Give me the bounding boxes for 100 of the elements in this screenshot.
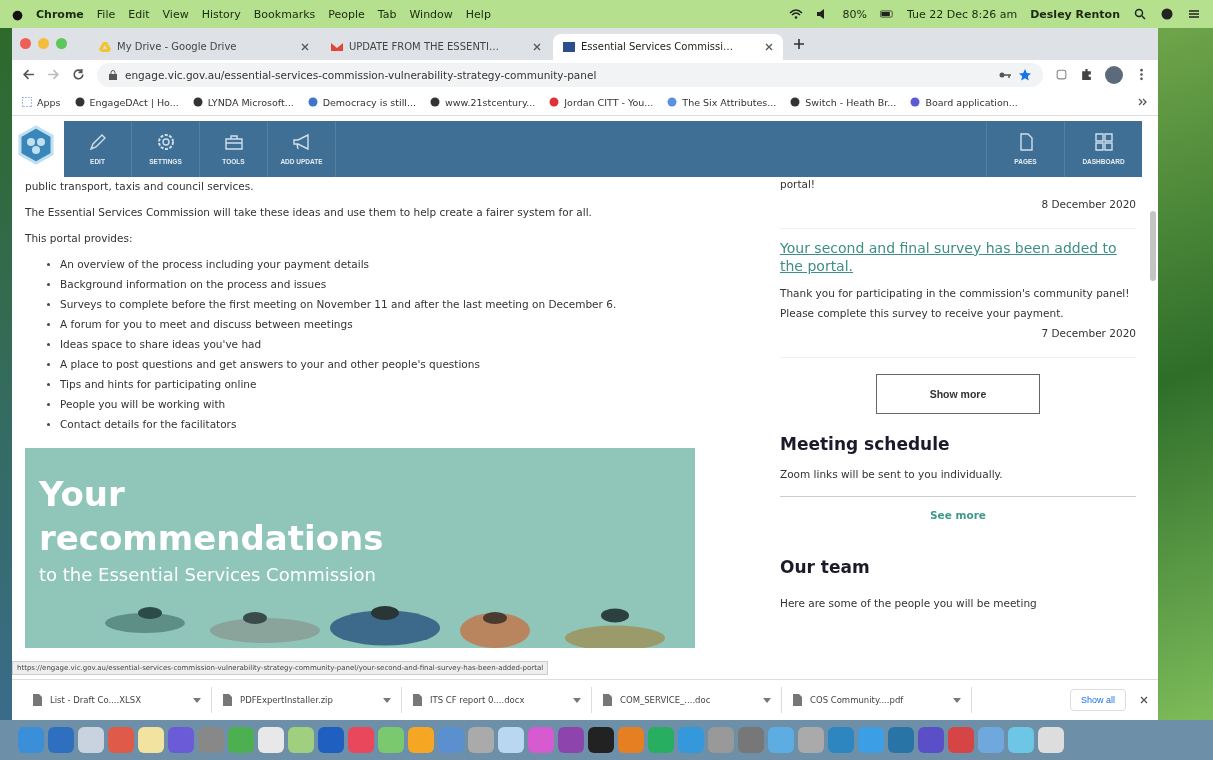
dock-app-icon[interactable] <box>78 727 104 753</box>
caret-icon[interactable] <box>763 697 771 703</box>
address-field[interactable]: engage.vic.gov.au/essential-services-commission-vulnerability-strategy-community-panel <box>97 62 1043 87</box>
bookmark-item[interactable]: Apps <box>22 96 61 108</box>
bookmark-icon <box>549 97 560 108</box>
list-item-text: An overview of the process including your payment details <box>60 256 370 272</box>
close-icon[interactable] <box>533 42 541 51</box>
bullet-icon <box>47 322 50 326</box>
menu-item[interactable]: Bookmarks <box>253 7 316 21</box>
bullet-icon <box>47 342 50 346</box>
file-icon <box>792 694 802 707</box>
download-item[interactable]: COS Community....pdf <box>782 687 972 714</box>
file-icon <box>32 694 42 707</box>
user-name[interactable]: Desley Renton <box>1030 7 1120 21</box>
file-icon <box>222 694 232 707</box>
dock-app-icon[interactable] <box>498 727 524 753</box>
menu-item[interactable]: Help <box>465 7 491 21</box>
bookmark-item[interactable]: Jordan CITT - You... <box>549 96 654 108</box>
list-item-text: Contact details for the facilitators <box>60 416 237 432</box>
battery-icon[interactable] <box>880 8 894 20</box>
search-icon[interactable] <box>1133 8 1147 20</box>
list-item-text: Ideas space to share ideas you've had <box>60 336 262 352</box>
menu-app-name[interactable]: Chrome <box>36 7 84 21</box>
bookmark-icon <box>790 97 801 108</box>
banner-subtitle: to the Essential Services Commission <box>39 563 377 585</box>
hexagon-logo-icon[interactable] <box>16 124 56 165</box>
close-window-icon[interactable] <box>20 38 31 50</box>
tab-favicon-icon <box>563 40 575 53</box>
section-heading: Our team <box>780 556 871 577</box>
browser-tab[interactable]: Essential Services Commissi… <box>553 33 783 60</box>
chevron-icon[interactable] <box>1138 98 1148 107</box>
bookmark-item[interactable]: www.21stcentury... <box>430 96 536 108</box>
caret-icon[interactable] <box>383 697 391 703</box>
browser-tab[interactable]: My Drive - Google Drive <box>89 33 319 60</box>
menu-clock[interactable]: Tue 22 Dec 8:26 am <box>907 7 1018 21</box>
bookmark-icon <box>192 97 203 108</box>
forward-arrow-icon[interactable] <box>47 68 60 82</box>
toolbox-icon <box>223 132 244 153</box>
caret-icon[interactable] <box>573 697 581 703</box>
close-icon[interactable] <box>1140 696 1148 705</box>
download-item[interactable]: ITS CF report 0....docx <box>402 687 592 714</box>
caret-icon[interactable] <box>953 697 961 703</box>
back-arrow-icon[interactable] <box>22 68 35 82</box>
menu-item[interactable]: File <box>96 7 116 21</box>
section-text: Here are some of the people you will be meeting <box>780 595 1038 611</box>
download-item[interactable]: COM_SERVICE_....doc <box>592 687 782 714</box>
body-text: public transport, taxis and council services. <box>25 178 255 194</box>
star-icon[interactable] <box>1019 68 1031 81</box>
update-text: Thank you for participating in the commission's community panel! Please complete this survey to receive your payment. <box>780 285 1131 321</box>
file-icon <box>412 694 422 707</box>
download-item[interactable]: PDFExpertInstaller.zip <box>212 687 402 714</box>
list-icon[interactable] <box>1187 8 1201 20</box>
browser-tab[interactable]: UPDATE FROM THE ESSENTI… <box>321 33 551 60</box>
body-text: The Essential Services Commission will take these ideas and use them to help create a fairer system for all. <box>25 204 593 220</box>
bookmark-item[interactable]: LYNDA Microsoft... <box>192 96 294 108</box>
pencil-icon <box>87 132 108 153</box>
caret-icon[interactable] <box>193 697 201 703</box>
bookmark-item[interactable]: The Six Attributes... <box>667 96 777 108</box>
bookmark-item[interactable]: Democracy is still... <box>307 96 416 108</box>
update-title-link[interactable]: Your second and final survey has been added to the portal. <box>780 238 1136 275</box>
menu-item[interactable]: Edit <box>128 7 150 21</box>
download-item[interactable]: List - Draft Co....XLSX <box>22 687 212 714</box>
maximize-window-icon[interactable] <box>56 38 67 50</box>
body-text: This portal provides: <box>25 230 134 246</box>
banner-title: Your recommendations <box>39 472 385 560</box>
menu-item[interactable]: People <box>328 7 365 21</box>
show-all-button[interactable]: Show all <box>1069 689 1126 712</box>
megaphone-icon <box>291 132 312 153</box>
profile-avatar[interactable] <box>1105 65 1123 84</box>
new-tab-icon[interactable] <box>793 37 805 50</box>
list-item-text: A place to post questions and get answers to your and other people's questions <box>60 356 480 372</box>
section-text: Zoom links will be sent to you individually. <box>780 466 1004 482</box>
update-date: 8 December 2020 <box>1040 196 1136 212</box>
dock-app-icon[interactable] <box>1038 727 1064 753</box>
wifi-icon[interactable] <box>788 8 803 20</box>
menu-item[interactable]: View <box>162 7 189 21</box>
menu-item[interactable]: History <box>201 7 241 21</box>
list-item-text: Surveys to complete before the first meeting on November 11 and after the last meeting on December 6. <box>60 296 617 312</box>
bookmark-item[interactable]: EngageDAct | Ho... <box>74 96 179 108</box>
show-more-button[interactable]: Show more <box>876 373 1040 414</box>
dock-app-icon[interactable] <box>138 727 164 753</box>
bookmark-item[interactable]: Board application... <box>910 96 1018 108</box>
list-item-text: A forum for you to meet and discuss between meetings <box>60 316 353 332</box>
bullet-icon <box>47 282 50 286</box>
list-item-text: Tips and hints for participating online <box>60 376 257 392</box>
close-icon[interactable] <box>301 42 309 51</box>
extension-icon[interactable] <box>1055 68 1068 82</box>
lock-icon <box>109 69 117 80</box>
menu-item[interactable]: Window <box>409 7 453 21</box>
bookmark-item[interactable]: Switch - Heath Br... <box>790 96 897 108</box>
close-icon[interactable] <box>765 42 773 51</box>
tab-favicon-icon <box>99 40 111 53</box>
bullet-icon <box>47 262 50 266</box>
dock-app-icon[interactable] <box>258 727 284 753</box>
puzzle-icon[interactable] <box>1080 68 1093 82</box>
menu-item[interactable]: Tab <box>377 7 397 21</box>
minimize-window-icon[interactable] <box>38 38 49 50</box>
scrollbar-thumb[interactable] <box>1150 210 1156 281</box>
reload-icon[interactable] <box>72 68 85 82</box>
dock-app-icon[interactable] <box>588 727 614 753</box>
